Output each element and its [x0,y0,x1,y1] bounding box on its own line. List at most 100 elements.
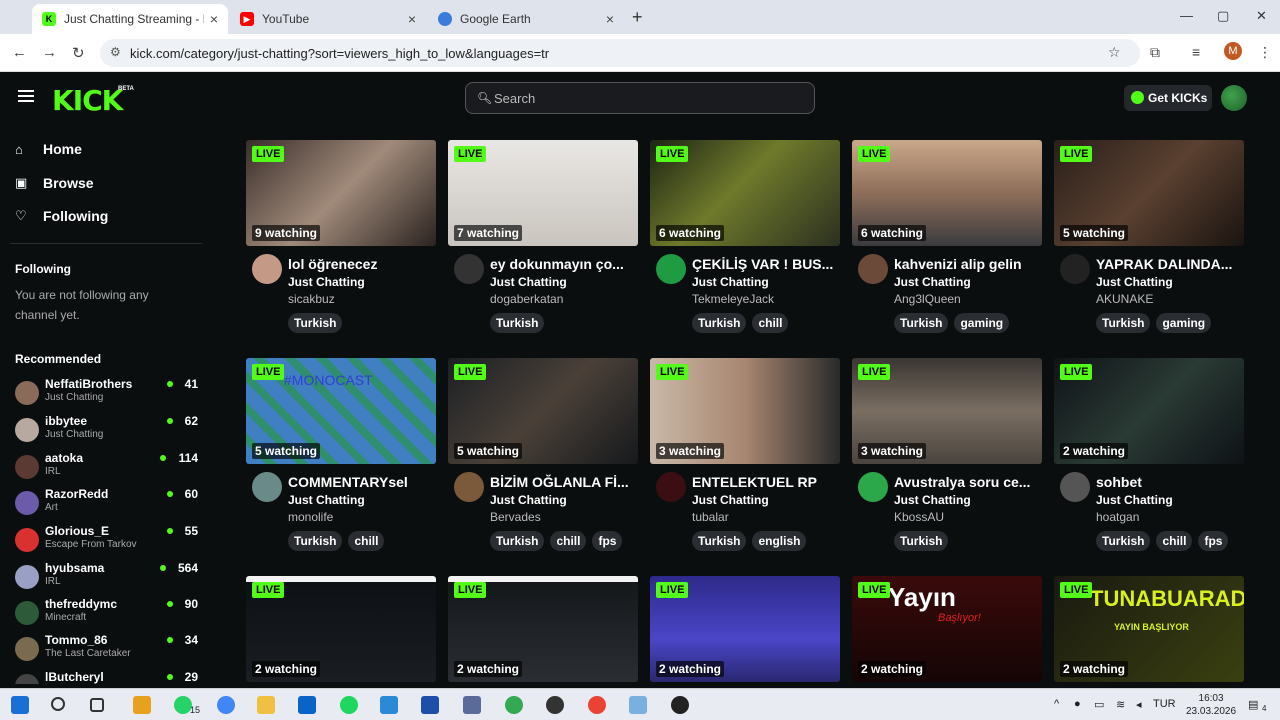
avatar[interactable] [454,254,484,284]
reload-icon[interactable]: ↻ [72,44,85,62]
tag-pill[interactable]: chill [550,531,587,551]
avatar[interactable] [858,472,888,502]
stream-thumbnail[interactable]: LIVE 2 watching [1054,358,1244,464]
sidebar-item-home[interactable]: ⌂ Home [15,141,82,157]
kick-logo[interactable]: KICK [52,84,123,117]
stream-thumbnail[interactable]: LIVE 3 watching [852,358,1042,464]
stream-thumbnail[interactable]: LIVE 2 watching [246,576,436,682]
hamburger-menu-icon[interactable] [18,90,34,102]
tag-pill[interactable]: Turkish [288,531,343,551]
stream-title[interactable]: ÇEKİLİŞ VAR ! BUS... [692,256,837,272]
stream-category[interactable]: Just Chatting [1096,275,1173,289]
user-avatar[interactable] [1221,85,1247,111]
start-icon[interactable] [11,696,29,714]
settings-icon[interactable] [546,696,564,714]
avatar[interactable] [858,254,888,284]
avatar[interactable] [1060,254,1090,284]
stream-card[interactable]: LIVE 9 watching lol öğrenecez Just Chatt… [246,140,436,344]
stream-card[interactable]: LIVE 6 watching kahvenizi alip gelin Jus… [852,140,1042,344]
stream-category[interactable]: Just Chatting [288,275,365,289]
tag-pill[interactable]: english [752,531,807,551]
stream-thumbnail[interactable]: LIVE 2 watching [448,576,638,682]
volume-icon[interactable]: ◂ [1136,698,1142,711]
stream-title[interactable]: BİZİM OĞLANLA Fİ... [490,474,635,490]
stream-card[interactable]: LIVE 2 watching sohbet Just Chatting hoa… [1054,358,1244,562]
stream-username[interactable]: hoatgan [1096,510,1139,524]
task-view-icon[interactable] [90,698,104,712]
store-icon[interactable] [133,696,151,714]
tag-pill[interactable]: Turkish [490,313,545,333]
tag-pill[interactable]: chill [348,531,385,551]
stream-username[interactable]: monolife [288,510,333,524]
stream-category[interactable]: Just Chatting [692,493,769,507]
recommended-channel[interactable]: hyubsama IRL 564 [15,561,200,597]
tag-pill[interactable]: Turkish [490,531,545,551]
stream-category[interactable]: Just Chatting [490,275,567,289]
stream-category[interactable]: Just Chatting [1096,493,1173,507]
search-icon[interactable] [51,697,65,711]
avatar[interactable] [252,472,282,502]
stream-title[interactable]: Avustralya soru ce... [894,474,1039,490]
tab-youtube[interactable]: ▶ YouTube × [230,4,426,34]
tag-pill[interactable]: Turkish [288,313,343,333]
calendar-app-icon[interactable] [463,696,481,714]
avatar[interactable] [454,472,484,502]
stream-category[interactable]: Just Chatting [490,493,567,507]
close-tab-icon[interactable]: × [606,11,614,27]
stream-username[interactable]: Ang3lQueen [894,292,961,306]
stream-username[interactable]: sicakbuz [288,292,335,306]
tag-pill[interactable]: gaming [1156,313,1212,333]
profile-avatar[interactable]: M [1224,42,1242,60]
stream-title[interactable]: YAPRAK DALINDA... [1096,256,1241,272]
tag-pill[interactable]: Turkish [1096,531,1151,551]
media-icon[interactable]: ≡ [1192,44,1200,60]
tag-pill[interactable]: Turkish [692,531,747,551]
close-tab-icon[interactable]: × [408,11,416,27]
minimize-icon[interactable]: — [1180,8,1193,23]
recommended-channel[interactable]: aatoka IRL 114 [15,451,200,487]
notifications-icon[interactable]: ▤ [1248,698,1258,711]
stream-card[interactable]: #MONOCAST LIVE 5 watching COMMENTARYsel … [246,358,436,562]
tag-pill[interactable]: Turkish [1096,313,1151,333]
tag-pill[interactable]: Turkish [894,313,949,333]
recommended-channel[interactable]: Glorious_E Escape From Tarkov 55 [15,524,200,560]
get-kicks-button[interactable]: Get KICKs [1124,85,1212,111]
tag-pill[interactable]: chill [1156,531,1193,551]
stream-thumbnail[interactable]: Yayın Başlıyor! LIVE 2 watching [852,576,1042,682]
tag-pill[interactable]: gaming [954,313,1010,333]
bookmark-star-icon[interactable]: ☆ [1108,44,1121,61]
system-clock[interactable]: 16:03 23.03.2026 [1186,692,1236,718]
recommended-channel[interactable]: RazorRedd Art 60 [15,487,200,523]
stream-thumbnail[interactable]: LIVE 3 watching [650,358,840,464]
spotify-icon[interactable] [340,696,358,714]
stream-title[interactable]: ENTELEKTUEL RP [692,474,837,490]
notes-app-icon[interactable] [629,696,647,714]
chrome-profile-icon[interactable] [505,696,523,714]
close-window-icon[interactable]: ✕ [1256,8,1267,24]
recommended-channel[interactable]: thefreddymc Minecraft 90 [15,597,200,633]
new-tab-icon[interactable]: + [632,7,643,28]
recommended-channel[interactable]: lButcheryl 29 [15,670,200,684]
tray-chevron-icon[interactable]: ^ [1054,698,1059,710]
media-app-icon[interactable] [671,696,689,714]
sidebar-item-browse[interactable]: ▣ Browse [15,175,94,191]
tab-google-earth[interactable]: Google Earth × [428,4,624,34]
stream-card[interactable]: LIVE 5 watching BİZİM OĞLANLA Fİ... Just… [448,358,638,562]
stream-thumbnail[interactable]: LIVE 5 watching [448,358,638,464]
stream-card[interactable]: Yayın Başlıyor! LIVE 2 watching [852,576,1042,682]
tag-pill[interactable]: Turkish [894,531,949,551]
menu-dots-icon[interactable]: ⋮ [1258,44,1272,61]
chrome-icon[interactable] [217,696,235,714]
tag-pill[interactable]: fps [592,531,623,551]
stream-card[interactable]: LIVE 3 watching ENTELEKTUEL RP Just Chat… [650,358,840,562]
avatar[interactable] [1060,472,1090,502]
stream-card[interactable]: LIVE 2 watching [246,576,436,682]
stream-username[interactable]: dogaberkatan [490,292,563,306]
site-info-icon[interactable]: ⚙ [110,45,121,59]
stream-title[interactable]: ey dokunmayın ço... [490,256,635,272]
search-input[interactable]: 🔍︎ Search [465,82,815,114]
tab-kick[interactable]: K Just Chatting Streaming - Live S × [32,4,228,34]
close-tab-icon[interactable]: × [210,11,218,27]
stream-username[interactable]: KbossAU [894,510,944,524]
file-explorer-icon[interactable] [257,696,275,714]
